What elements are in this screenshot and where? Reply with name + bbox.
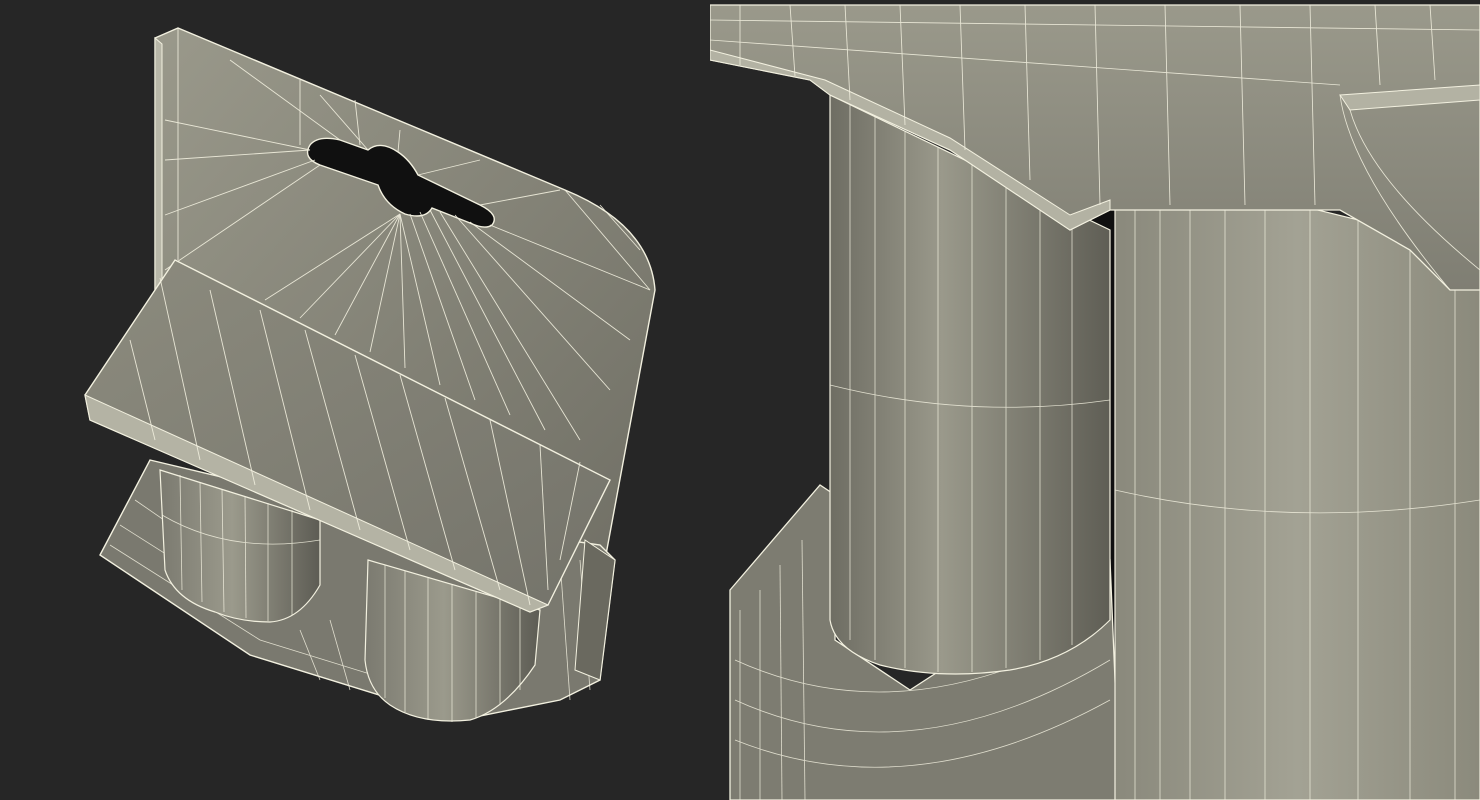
carrier-overview-icon: [84, 27, 656, 722]
carrier-closeup-icon: [710, 4, 1480, 800]
wireframe-overview-view: [0, 0, 710, 800]
render-stage: [0, 0, 1480, 800]
wireframe-closeup-view: [710, 0, 1480, 800]
